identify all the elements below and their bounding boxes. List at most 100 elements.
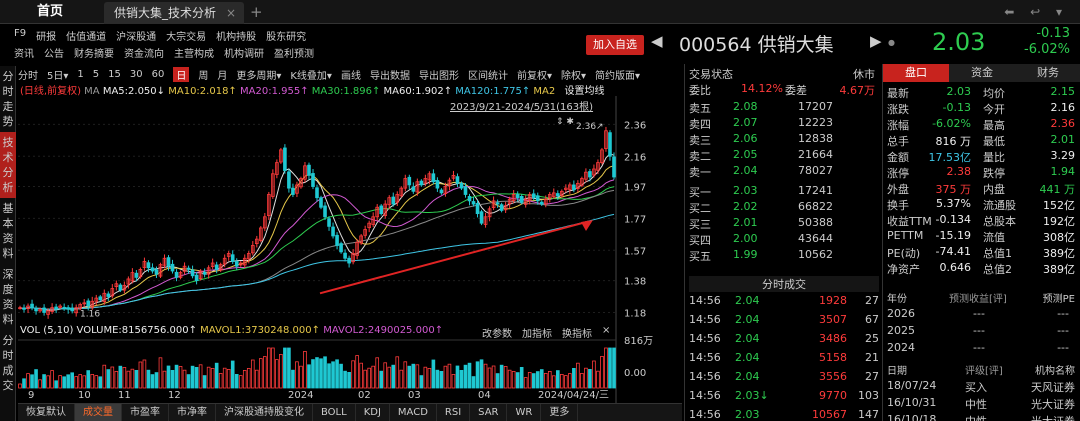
candle-body xyxy=(150,267,155,272)
candle-body xyxy=(287,171,291,189)
volume-bar xyxy=(234,373,239,389)
toolbar-item[interactable]: 导出图形 xyxy=(419,67,459,82)
left-nav-item[interactable]: 技术分析 xyxy=(0,132,16,198)
menu-item[interactable]: 股东研究 xyxy=(266,28,306,43)
toolbar-item[interactable]: 更多周期▾ xyxy=(236,67,281,82)
stat-value: 192亿 xyxy=(1043,215,1075,228)
toolbar-item[interactable]: 15 xyxy=(108,69,121,80)
panel-tab[interactable]: 资金 xyxy=(949,64,1015,82)
left-nav: 分时走势技术分析基本资料深度资料分时成交 xyxy=(0,66,16,421)
indicator-tab[interactable]: BOLL xyxy=(313,404,356,421)
candle-body xyxy=(463,186,468,195)
indicator-tab[interactable]: MACD xyxy=(390,404,437,421)
chart-icons[interactable]: ⇕ ✱ xyxy=(556,117,574,127)
indicator-tab[interactable]: RSI xyxy=(437,404,471,421)
volume-bar xyxy=(58,375,62,389)
volume-bar xyxy=(495,373,500,389)
stat-value: 2.15 xyxy=(1050,85,1076,98)
left-nav-item[interactable]: 分时成交 xyxy=(0,330,16,396)
stat-label: 最新 xyxy=(887,87,909,100)
toolbar-item[interactable]: 日 xyxy=(173,66,190,82)
indicator-tab[interactable]: 市净率 xyxy=(169,404,216,421)
indicator-tab[interactable]: 恢复默认 xyxy=(18,404,75,421)
menu-item[interactable]: 沪深股通 xyxy=(116,28,156,43)
toolbar-item[interactable]: 月 xyxy=(217,67,227,82)
menu-item[interactable]: 资讯 xyxy=(14,45,34,60)
menu-item[interactable]: 研报 xyxy=(36,28,56,43)
menu-item[interactable]: 机构调研 xyxy=(224,45,264,60)
menu-item[interactable]: 大宗交易 xyxy=(166,28,206,43)
toolbar-item[interactable]: K线叠加▾ xyxy=(290,67,332,82)
indicator-tab[interactable]: SAR xyxy=(470,404,508,421)
tab-home[interactable]: 首页 xyxy=(0,0,100,24)
menu-item[interactable]: 估值通道 xyxy=(66,28,106,43)
volume-bar xyxy=(588,368,592,389)
left-nav-item[interactable]: 深度资料 xyxy=(0,264,16,330)
stat-label: 今开 xyxy=(983,103,1005,116)
volume-bar xyxy=(547,370,552,389)
toolbar-item[interactable]: 简约版面▾ xyxy=(595,67,640,82)
volume-button[interactable]: 换指标 xyxy=(562,325,592,340)
toolbar-item[interactable]: 区间统计 xyxy=(468,67,508,82)
ma-setting-button[interactable]: 设置均线 xyxy=(564,86,604,96)
toolbar-item[interactable]: 导出数据 xyxy=(370,67,410,82)
tick-price: 2.04 xyxy=(735,351,760,364)
rt-head: 日期 xyxy=(887,366,907,377)
toolbar-item[interactable]: 前复权▾ xyxy=(517,67,552,82)
tick-time: 14:56 xyxy=(689,408,721,421)
toolbar-item[interactable]: 分时 xyxy=(18,67,38,82)
toolbar-item[interactable]: 周 xyxy=(198,67,208,82)
indicator-tab[interactable]: 市盈率 xyxy=(122,404,169,421)
close-icon[interactable]: × xyxy=(226,2,236,24)
window-controls[interactable]: ⬅ ↩ ▾ xyxy=(1004,0,1068,24)
panel-tab[interactable]: 盘口 xyxy=(883,64,949,82)
toolbar-item[interactable]: 60 xyxy=(152,69,165,80)
y-tick-label: 1.38 xyxy=(624,277,646,288)
toolbar-item[interactable]: 30 xyxy=(130,69,143,80)
volume-bar xyxy=(568,373,572,389)
menu-item[interactable]: 公告 xyxy=(44,45,64,60)
fund-row: 外盘 375 万内盘 441 万 xyxy=(887,181,1079,197)
candle-body xyxy=(475,203,480,215)
menu-item[interactable]: 机构持股 xyxy=(216,28,256,43)
toolbar-item[interactable]: 5日▾ xyxy=(47,67,68,82)
toolbar-item[interactable]: 画线 xyxy=(341,67,361,82)
candle-body xyxy=(311,173,315,187)
tab-technical-analysis[interactable]: 供销大集_技术分析 × xyxy=(104,2,244,24)
menu-item[interactable]: 资金流向 xyxy=(124,45,164,60)
prev-stock-icon[interactable]: ◀ xyxy=(651,32,663,50)
menu-item[interactable]: 财务摘要 xyxy=(74,45,114,60)
add-favorite-button[interactable]: 加入自选 xyxy=(586,35,644,55)
toolbar-item[interactable]: 除权▾ xyxy=(561,67,586,82)
stat-label: 流通股 xyxy=(983,199,1016,212)
indicator-tab[interactable]: WR xyxy=(507,404,542,421)
panel-tab[interactable]: 财务 xyxy=(1015,64,1080,82)
volume-button[interactable]: 加指标 xyxy=(522,325,552,340)
add-tab-icon[interactable]: + xyxy=(250,0,263,24)
kline-chart[interactable]: 2.36 2.16 1.97 1.77 1.57 1.38 1.18 2.36↗ 1.16 ⇕ ✱… xyxy=(18,96,682,406)
menu-item[interactable]: F9 xyxy=(14,28,26,43)
y-tick-label: 1.77 xyxy=(624,214,646,225)
left-nav-item[interactable]: 分时走势 xyxy=(0,66,16,132)
indicator-tab[interactable]: KDJ xyxy=(356,404,390,421)
next-stock-icon[interactable]: ▶ xyxy=(870,32,882,50)
volume-bar xyxy=(515,372,520,389)
bell-icon[interactable]: ● xyxy=(888,38,895,47)
volume-button[interactable]: × xyxy=(602,325,610,340)
indicator-tab[interactable]: 更多 xyxy=(541,404,579,421)
menu-item[interactable]: 盈利预测 xyxy=(274,45,314,60)
toolbar-item[interactable]: 5 xyxy=(93,69,99,80)
buy-volume: 10562 xyxy=(798,248,833,261)
toolbar-item[interactable]: 1 xyxy=(77,69,83,80)
candle-body xyxy=(170,263,175,272)
volume-bar xyxy=(86,370,91,389)
volume-bar xyxy=(54,380,58,389)
indicator-tab[interactable]: 成交量 xyxy=(75,404,122,421)
volume-bar xyxy=(455,365,460,389)
left-nav-item[interactable]: 基本资料 xyxy=(0,198,16,264)
volume-bar xyxy=(259,358,263,389)
candle-body xyxy=(54,306,58,310)
menu-item[interactable]: 主营构成 xyxy=(174,45,214,60)
volume-button[interactable]: 改参数 xyxy=(482,325,512,340)
indicator-tab[interactable]: 沪深股通持股变化 xyxy=(216,404,313,421)
